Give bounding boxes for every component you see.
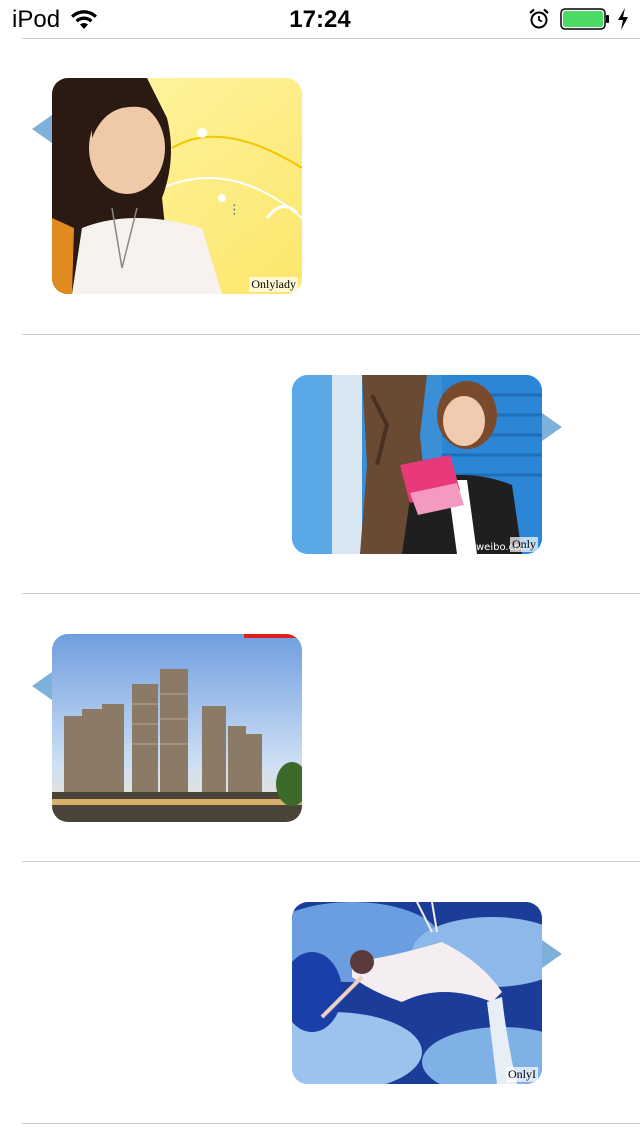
image-bubble[interactable]: weibo.com Only (292, 375, 542, 554)
image-watermark: Onlylady (249, 277, 298, 292)
bubble-tail (542, 413, 562, 441)
girl-reading-card-photo: weibo.com (292, 375, 542, 554)
battery-icon (560, 8, 609, 30)
woman-swing-clouds-photo (292, 902, 542, 1084)
image-bubble[interactable] (52, 634, 302, 822)
woman-yellow-floral-photo: … (52, 78, 302, 294)
alarm-clock-icon (529, 8, 549, 29)
divider (22, 861, 640, 862)
status-bar: iPod 17:24 (0, 0, 640, 40)
bubble-tail (32, 672, 52, 700)
image-watermark: Only (510, 537, 538, 552)
divider (22, 593, 640, 594)
divider (22, 38, 640, 39)
high-rise-buildings-photo (52, 634, 302, 822)
charging-bolt-icon (618, 8, 628, 30)
bubble-tail (32, 115, 52, 143)
image-bubble[interactable]: OnlyI (292, 902, 542, 1084)
status-right (528, 8, 630, 30)
image-watermark: OnlyI (506, 1067, 538, 1082)
svg-text:…: … (230, 203, 245, 216)
bubble-tail (542, 940, 562, 968)
image-bubble[interactable]: … Onlylady (52, 78, 302, 294)
divider (22, 1123, 640, 1124)
divider (22, 334, 640, 335)
